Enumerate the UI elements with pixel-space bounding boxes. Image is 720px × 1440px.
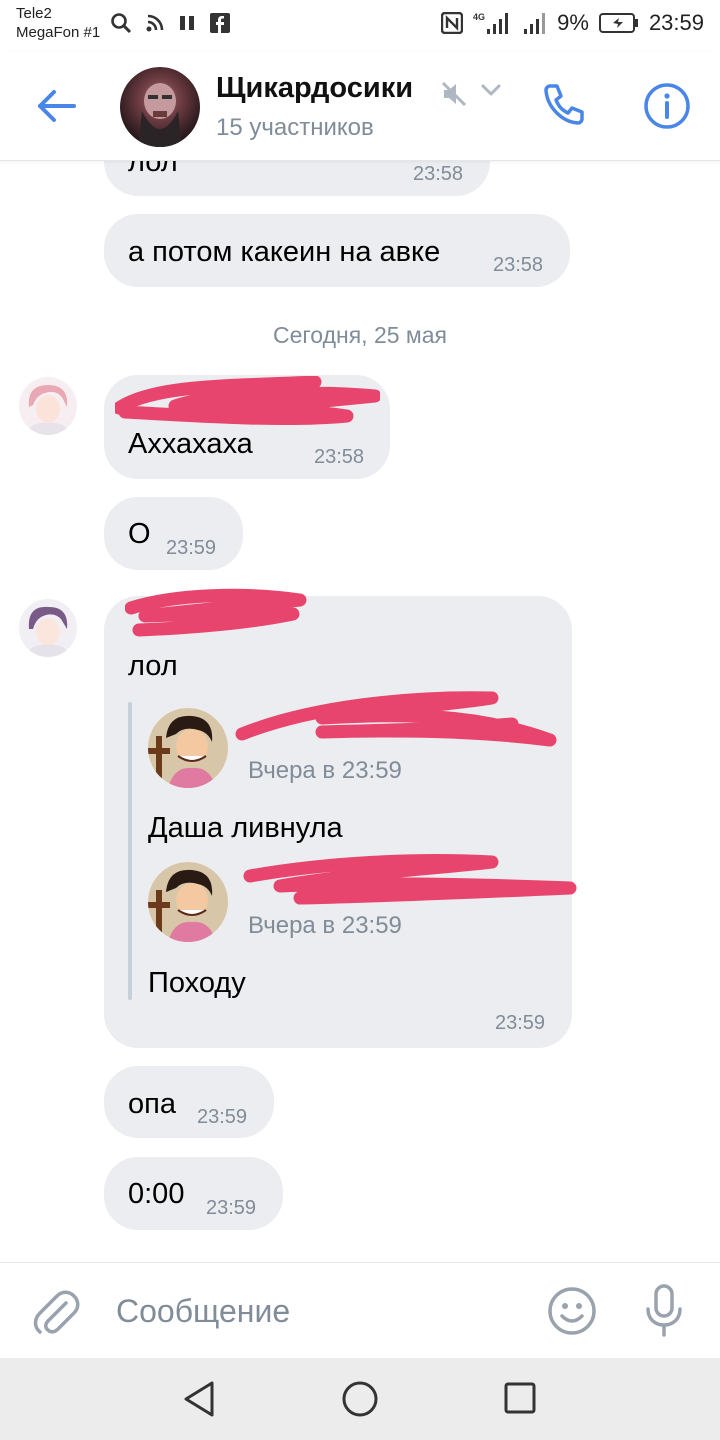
message-time: 23:59 (197, 1106, 248, 1128)
facebook-icon (210, 13, 230, 33)
redacted-sender-name (235, 691, 557, 747)
forwarded-avatar[interactable] (148, 862, 228, 942)
chat-avatar-image (138, 83, 182, 147)
message-text: а потом какеин на авке (128, 236, 441, 268)
carrier-names: Tele2 MegaFon #1 (16, 4, 100, 42)
notification-icons (110, 12, 230, 34)
chevron-down-icon[interactable] (480, 82, 502, 98)
message-input[interactable] (114, 1285, 518, 1337)
message-time: 23:59 (206, 1197, 257, 1219)
avatar-image (19, 377, 77, 435)
back-arrow-icon[interactable] (34, 84, 78, 128)
participants-count: 15 участников (216, 114, 374, 141)
date-separator: Сегодня, 25 мая (273, 322, 447, 348)
chat-header: Щикардосики 15 участников (0, 52, 720, 161)
signal-4g-icon: 4G (473, 12, 509, 34)
system-nav-bar (0, 1358, 720, 1440)
avatar-image (19, 599, 77, 657)
message-text: Аххахаха (128, 428, 253, 460)
message-time: 23:59 (166, 537, 217, 559)
carrier-1: Tele2 (16, 5, 52, 22)
nav-back-icon[interactable] (182, 1380, 218, 1418)
clock: 23:59 (648, 10, 704, 35)
message-time: 23:58 (493, 254, 544, 276)
message-text: 0:00 (128, 1178, 185, 1210)
forward-quote-bar (128, 702, 132, 1000)
message-text: опа (128, 1088, 176, 1120)
carrier-2: MegaFon #1 (16, 24, 101, 41)
message-time: 23:58 (314, 446, 365, 468)
pause-icon (180, 16, 194, 30)
forwarded-date: Вчера в 23:59 (248, 912, 402, 939)
status-right: 4G 9% 23:59 (441, 10, 704, 36)
paperclip-icon[interactable] (30, 1287, 82, 1339)
message-time: 23:59 (495, 1012, 546, 1034)
status-bar: Tele2 MegaFon #1 4G 9% 23:59 (0, 0, 720, 52)
muted-icon (441, 81, 467, 107)
user-avatar[interactable] (19, 377, 77, 435)
info-icon[interactable] (643, 82, 691, 130)
battery-charging-icon (598, 13, 638, 33)
chat-title[interactable]: Щикардосики (216, 72, 413, 105)
smile-icon[interactable] (546, 1285, 598, 1337)
nfc-icon (441, 12, 464, 34)
forwarded-text: Даша ливнула (148, 812, 343, 844)
chat-avatar[interactable] (120, 67, 200, 147)
message-text: О (128, 518, 151, 550)
nav-home-icon[interactable] (340, 1379, 380, 1419)
forwarded-date: Вчера в 23:59 (248, 757, 402, 784)
signal-icon (524, 13, 546, 34)
forwarded-avatar[interactable] (148, 708, 228, 788)
message-text: лол (128, 650, 178, 682)
rss-icon (146, 14, 164, 32)
phone-icon[interactable] (540, 80, 588, 128)
redacted-sender-name (115, 376, 380, 426)
redacted-sender-name (125, 588, 307, 637)
user-avatar[interactable] (19, 599, 77, 657)
network-type: 4G (473, 12, 485, 22)
avatar-image (148, 862, 228, 942)
nav-recent-apps-icon[interactable] (503, 1381, 537, 1415)
search-status-icon (111, 13, 132, 34)
message-composer (0, 1262, 720, 1359)
redacted-sender-name (243, 854, 577, 905)
message-time: 23:58 (413, 163, 464, 185)
microphone-icon[interactable] (640, 1283, 688, 1339)
forwarded-text: Походу (148, 967, 246, 999)
battery-percent: 9% (557, 10, 589, 35)
avatar-image (148, 708, 228, 788)
